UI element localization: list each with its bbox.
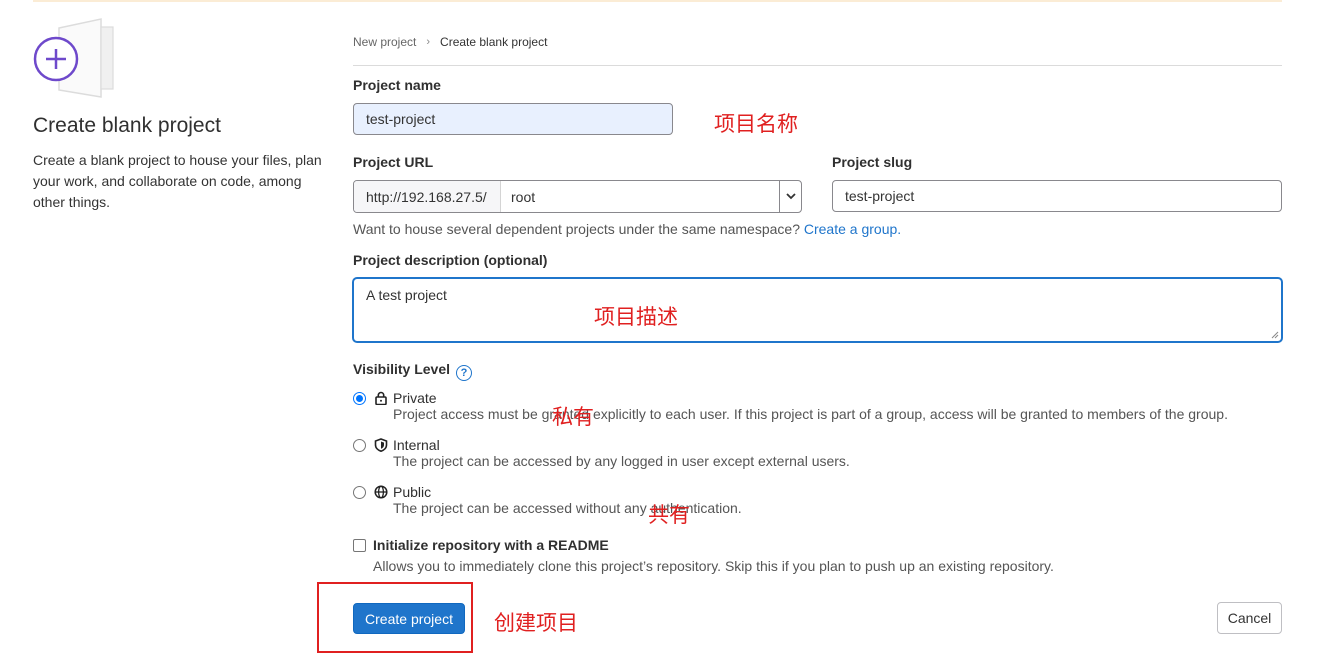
visibility-public-radio[interactable] <box>353 486 366 499</box>
project-url-prefix: http://192.168.27.5/ <box>354 181 501 212</box>
namespace-select[interactable]: root <box>501 181 779 212</box>
readme-checkbox[interactable] <box>353 539 366 552</box>
visibility-internal-radio[interactable] <box>353 439 366 452</box>
visibility-private-desc: Project access must be granted explicitl… <box>393 406 1228 422</box>
annotation-project-name: 项目名称 <box>714 112 798 136</box>
project-slug-label: Project slug <box>832 154 913 170</box>
chevron-down-icon[interactable] <box>779 181 801 212</box>
breadcrumb-current: Create blank project <box>440 35 548 49</box>
top-alert-border <box>33 0 1282 2</box>
lock-icon <box>375 391 387 405</box>
project-name-label: Project name <box>353 77 441 93</box>
breadcrumb-separator: › <box>426 36 431 48</box>
visibility-internal-label: Internal <box>393 437 440 453</box>
readme-desc: Allows you to immediately clone this pro… <box>373 558 1054 574</box>
shield-icon <box>374 438 388 452</box>
new-project-illustration-icon <box>33 18 114 98</box>
description-value: A test project <box>366 287 447 303</box>
project-url-group: http://192.168.27.5/ root <box>353 180 802 213</box>
description-label: Project description (optional) <box>353 252 548 268</box>
namespace-help-text: Want to house several dependent projects… <box>353 221 800 237</box>
create-project-button[interactable]: Create project <box>353 603 465 634</box>
project-name-input[interactable]: test-project <box>353 103 673 135</box>
project-slug-input[interactable]: test-project <box>832 180 1282 212</box>
left-description: Create a blank project to house your fil… <box>33 152 322 210</box>
divider <box>353 65 1282 66</box>
readme-label: Initialize repository with a README <box>373 537 609 553</box>
visibility-private-radio[interactable] <box>353 392 366 405</box>
cancel-button[interactable]: Cancel <box>1217 602 1282 634</box>
breadcrumb-new-project[interactable]: New project <box>353 35 416 49</box>
annotation-private: 私有 <box>552 405 594 429</box>
visibility-label-row: Visibility Level? <box>353 361 473 381</box>
globe-icon <box>374 485 388 499</box>
create-group-link[interactable]: Create a group. <box>804 221 901 237</box>
help-icon[interactable]: ? <box>456 365 473 381</box>
project-url-label: Project URL <box>353 154 434 170</box>
annotation-description: 项目描述 <box>594 305 678 329</box>
left-title: Create blank project <box>33 114 221 137</box>
namespace-help: Want to house several dependent projects… <box>353 221 901 237</box>
breadcrumb: New project › Create blank project <box>353 35 547 49</box>
annotation-public: 共有 <box>648 503 690 527</box>
visibility-label: Visibility Level <box>353 361 451 377</box>
visibility-public-label: Public <box>393 484 432 500</box>
description-textarea[interactable]: A test project <box>353 278 1282 342</box>
visibility-internal-desc: The project can be accessed by any logge… <box>393 453 850 469</box>
visibility-private-label: Private <box>393 390 437 406</box>
annotation-create: 创建项目 <box>494 611 578 635</box>
resize-handle-icon[interactable] <box>1271 331 1279 339</box>
